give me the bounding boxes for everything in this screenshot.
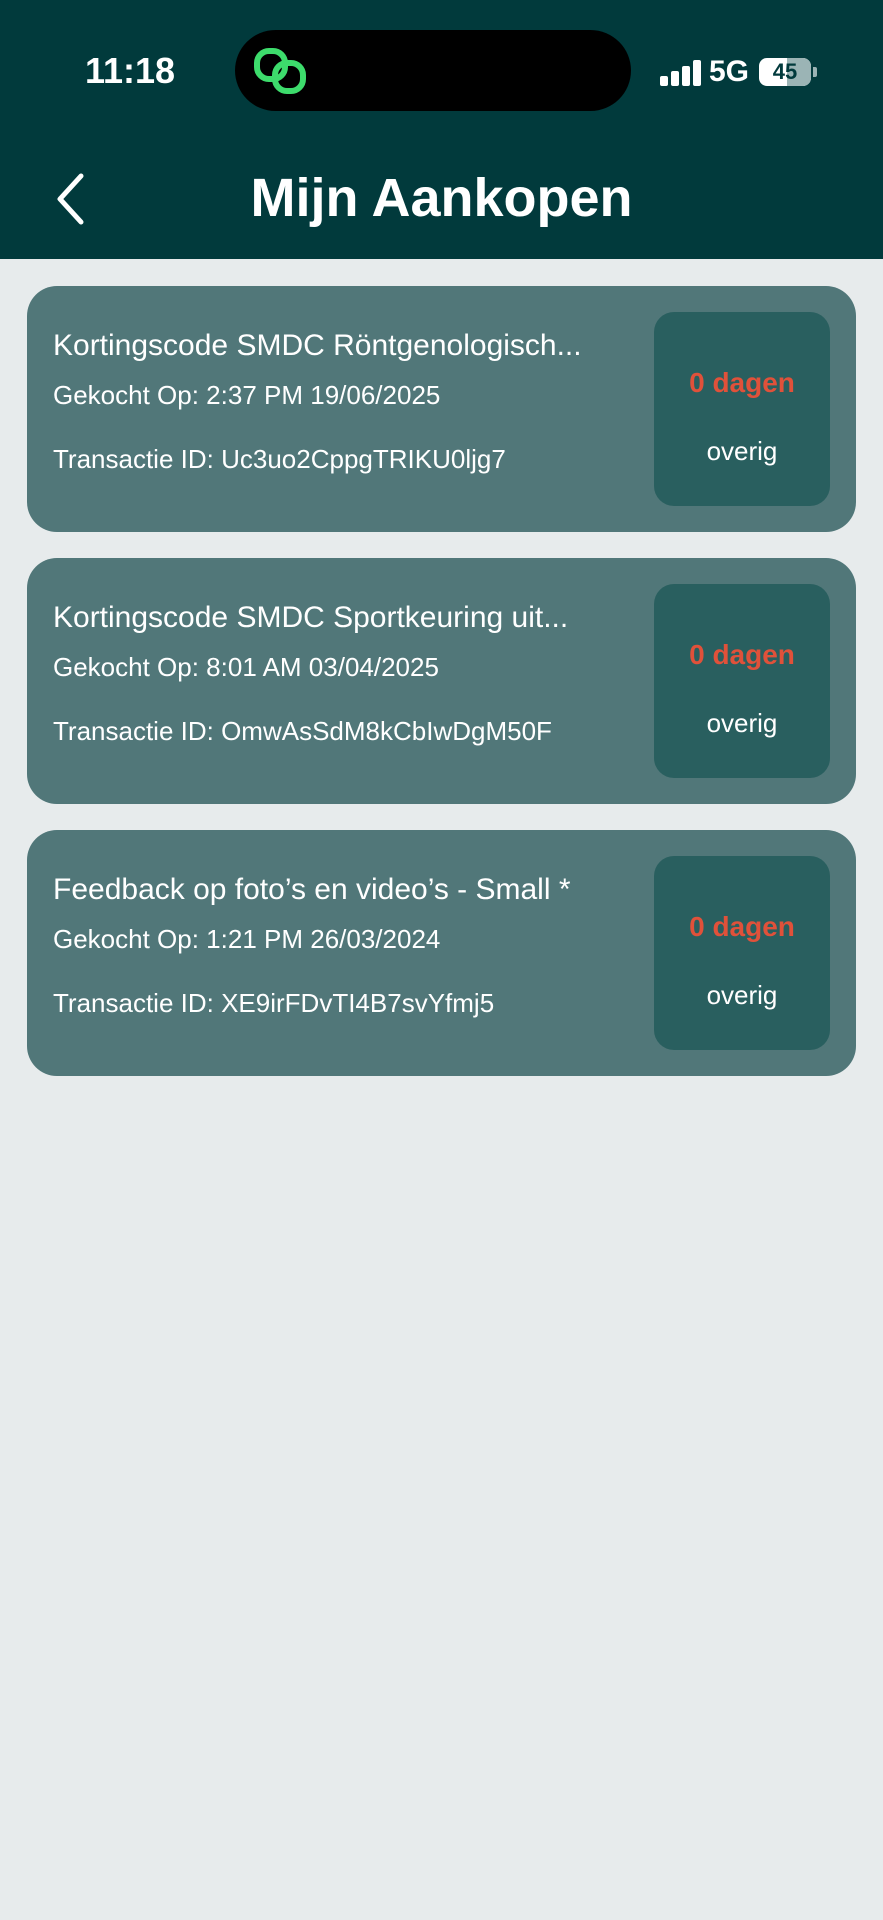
transaction-id: Transactie ID: XE9irFDvTI4B7svYfmj5 (53, 988, 495, 1018)
purchase-card[interactable]: Kortingscode SMDC Röntgenologisch... Gek… (27, 286, 856, 532)
remaining-badge: 0 dagen overig (654, 584, 830, 778)
purchase-card[interactable]: Feedback op foto’s en video’s - Small * … (27, 830, 856, 1076)
battery-tip (813, 67, 817, 77)
purchase-date: Gekocht Op: 2:37 PM 19/06/2025 (53, 380, 441, 410)
remaining-days: 0 dagen (689, 911, 795, 942)
network-type: 5G (709, 55, 750, 88)
purchase-title: Feedback op foto’s en video’s - Small * (53, 873, 571, 906)
remaining-badge: 0 dagen overig (654, 312, 830, 506)
purchase-date: Gekocht Op: 1:21 PM 26/03/2024 (53, 924, 441, 954)
dynamic-island (235, 30, 631, 111)
purchase-title: Kortingscode SMDC Sportkeuring uit... (53, 601, 569, 634)
signal-icon (660, 60, 701, 86)
transaction-id: Transactie ID: OmwAsSdM8kCbIwDgM50F (53, 716, 552, 746)
remaining-label: overig (706, 436, 778, 466)
remaining-days: 0 dagen (689, 367, 795, 398)
remaining-label: overig (706, 708, 778, 738)
battery-level: 45 (772, 59, 798, 84)
remaining-badge: 0 dagen overig (654, 856, 830, 1050)
remaining-days: 0 dagen (689, 639, 795, 670)
battery-icon: 45 (759, 58, 811, 86)
transaction-id: Transactie ID: Uc3uo2CppgTRIKU0ljg7 (53, 444, 506, 474)
back-button[interactable] (48, 168, 100, 230)
remaining-label: overig (706, 980, 778, 1010)
page-title: Mijn Aankopen (250, 168, 633, 228)
linked-rings-icon (254, 48, 306, 94)
status-time: 11:18 (84, 50, 176, 91)
purchase-card[interactable]: Kortingscode SMDC Sportkeuring uit... Ge… (27, 558, 856, 804)
purchase-title: Kortingscode SMDC Röntgenologisch... (53, 329, 582, 362)
app-header: 11:18 5G 45 Mijn Aankopen (0, 0, 883, 259)
purchase-date: Gekocht Op: 8:01 AM 03/04/2025 (53, 652, 439, 682)
chevron-left-icon (57, 173, 84, 225)
